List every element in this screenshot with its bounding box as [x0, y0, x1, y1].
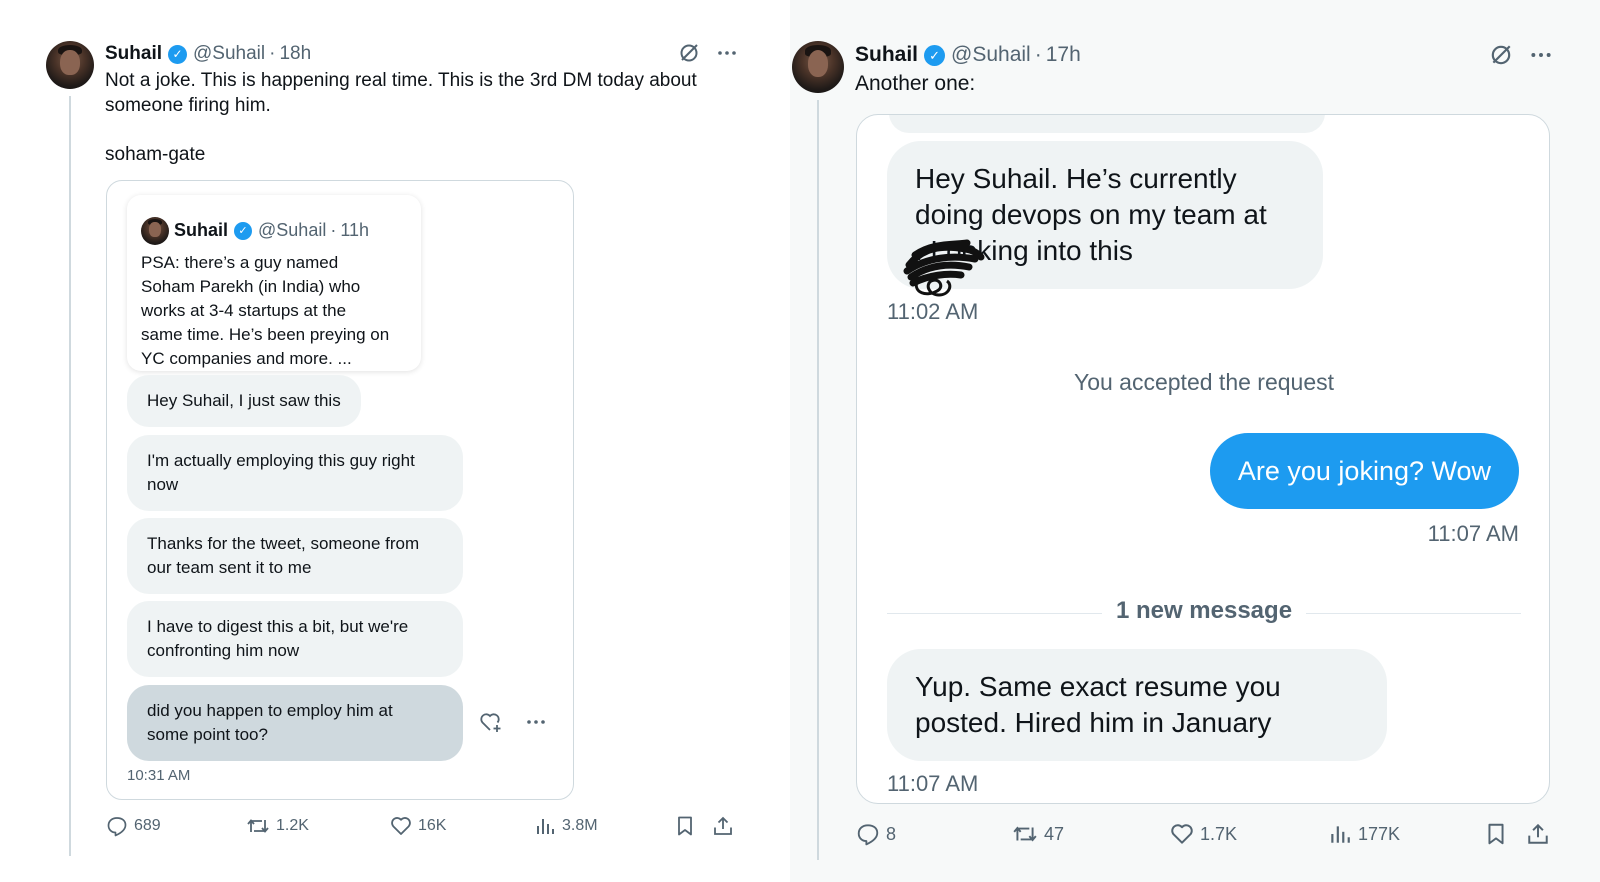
tweet-actions: 689 1.2K 16K 3.8M	[106, 815, 746, 845]
dm-message-incoming: Yup. Same exact resume you posted. Hired…	[887, 649, 1387, 761]
tweet-top-icons	[678, 42, 738, 64]
system-message: You accepted the request	[1073, 369, 1335, 395]
share-button[interactable]	[1526, 822, 1550, 846]
grok-icon[interactable]	[678, 42, 700, 64]
dm-message: I'm actually employing this guy right no…	[127, 435, 463, 511]
like-count: 16K	[418, 817, 447, 834]
repost-count: 47	[1044, 823, 1065, 844]
dm-message-selected: did you happen to employ him at some poi…	[127, 685, 463, 761]
verified-badge-icon: ✓	[924, 44, 946, 66]
repost-button[interactable]: 1.2K	[246, 815, 309, 837]
dm-message: Hey Suhail, I just saw this	[127, 375, 361, 427]
redaction-scribble	[903, 239, 985, 297]
grok-icon[interactable]	[1489, 43, 1513, 67]
dm-screenshot[interactable]: Suhail ✓ @Suhail · 11h PSA: there’s a gu…	[106, 180, 574, 800]
share-icon	[714, 816, 732, 835]
quoted-tweet-text: PSA: there’s a guy named Soham Parekh (i…	[141, 253, 390, 368]
cut-off-message	[889, 115, 1325, 133]
tweet-time[interactable]: 17h	[1046, 43, 1081, 67]
tweet-text: Another one:	[855, 72, 976, 95]
repost-button[interactable]: 47	[1012, 822, 1064, 846]
dm-timestamp: 11:02 AM	[887, 299, 979, 324]
tweet-time[interactable]: 18h	[279, 43, 311, 65]
like-button[interactable]: 1.7K	[1170, 822, 1237, 846]
quoted-tweet-header: Suhail ✓ @Suhail · 11h	[174, 220, 369, 241]
quoted-author-handle: @Suhail	[258, 220, 327, 240]
separator-dot: ·	[269, 43, 276, 64]
dm-message: I have to digest this a bit, but we're c…	[127, 601, 463, 677]
verified-badge-icon: ✓	[168, 44, 188, 64]
analytics-icon	[1331, 826, 1350, 843]
author-handle[interactable]: @Suhail	[193, 43, 265, 65]
reply-icon	[857, 824, 879, 846]
reply-button[interactable]: 8	[856, 822, 896, 846]
share-button[interactable]	[712, 815, 734, 837]
quoted-tweet-card: Suhail ✓ @Suhail · 11h PSA: there’s a gu…	[127, 195, 421, 371]
dm-timestamp: 11:07 AM	[887, 771, 979, 796]
tweet-top-icons	[1489, 43, 1553, 67]
reply-count: 689	[134, 817, 161, 834]
bookmark-icon	[1488, 823, 1504, 845]
add-reaction-icon	[480, 713, 501, 732]
bookmark-button[interactable]	[674, 815, 696, 837]
heart-icon	[391, 817, 411, 835]
quoted-author-name: Suhail	[174, 220, 229, 240]
view-count: 3.8M	[562, 817, 598, 834]
verified-badge-icon: ✓	[234, 221, 253, 240]
quoted-author-avatar	[141, 217, 169, 245]
dm-message: Thanks for the tweet, someone from our t…	[127, 518, 463, 594]
separator-dot: ·	[330, 220, 337, 240]
dm-message-outgoing: Are you joking? Wow	[1209, 433, 1519, 509]
repost-icon	[1013, 826, 1037, 842]
more-icon[interactable]	[716, 42, 738, 64]
right-tweet: Suhail ✓ @Suhail · 17h Another one: Hey …	[790, 0, 1600, 882]
like-count: 1.7K	[1200, 823, 1238, 844]
view-count: 177K	[1358, 823, 1401, 844]
tweet-header: Suhail ✓ @Suhail · 17h	[855, 42, 1081, 68]
quoted-tweet-time: 11h	[340, 220, 370, 240]
bookmark-button[interactable]	[1484, 822, 1508, 846]
author-name[interactable]: Suhail	[105, 43, 162, 65]
dm-screenshot[interactable]: Hey Suhail. He’s currently doing devops …	[856, 114, 1550, 804]
views-button[interactable]: 177K	[1328, 822, 1400, 846]
share-icon	[1528, 823, 1548, 844]
reply-icon	[107, 817, 127, 837]
author-avatar[interactable]	[46, 41, 94, 89]
analytics-icon	[537, 819, 554, 834]
thread-line	[817, 100, 819, 860]
repost-icon	[247, 819, 269, 833]
like-button[interactable]: 16K	[390, 815, 446, 837]
tweet-text: Not a joke. This is happening real time.…	[105, 70, 697, 165]
more-icon[interactable]	[1529, 43, 1553, 67]
separator-dot: ·	[1034, 43, 1042, 66]
thread-line	[69, 96, 71, 856]
dm-timestamp: 10:31 AM	[127, 767, 191, 784]
views-button[interactable]: 3.8M	[534, 815, 598, 837]
more-icon	[527, 720, 545, 724]
tweet-actions: 8 47 1.7K 177K	[856, 822, 1556, 852]
left-tweet: Suhail ✓ @Suhail · 18h Not a joke. This …	[0, 0, 780, 882]
heart-icon	[1171, 824, 1193, 844]
reply-button[interactable]: 689	[106, 815, 161, 837]
tweet-header: Suhail ✓ @Suhail · 18h	[105, 42, 311, 66]
dm-message-tools	[479, 711, 547, 733]
new-message-label: 1 new message	[857, 597, 1549, 625]
author-name[interactable]: Suhail	[855, 43, 918, 67]
bookmark-icon	[678, 816, 692, 836]
repost-count: 1.2K	[276, 817, 309, 834]
author-avatar[interactable]	[792, 41, 844, 93]
dm-timestamp: 11:07 AM	[1427, 521, 1519, 546]
reply-count: 8	[886, 823, 897, 844]
author-handle[interactable]: @Suhail	[951, 43, 1031, 67]
